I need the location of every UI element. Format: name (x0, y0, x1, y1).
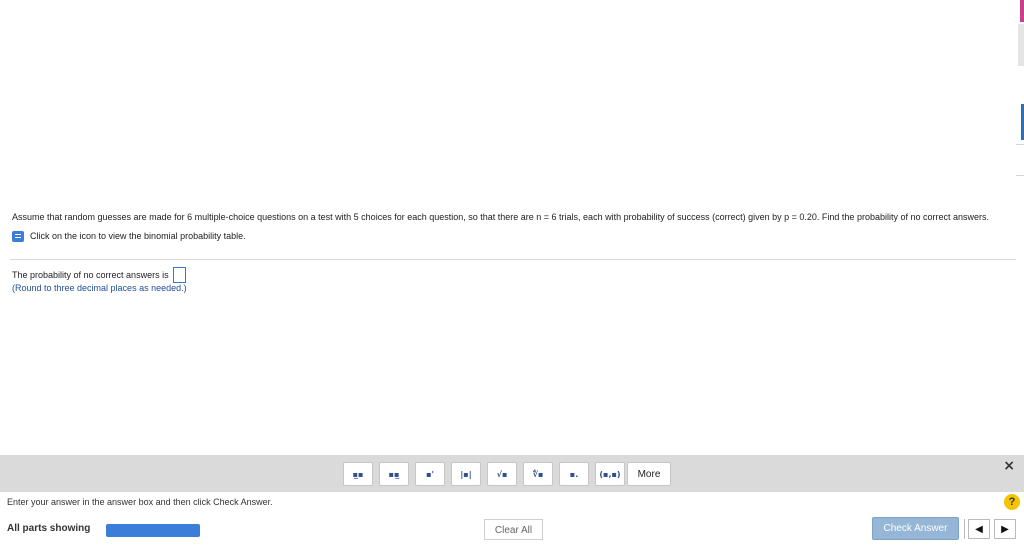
mixed-number-button[interactable]: ▪▪̲ (379, 462, 409, 486)
ordered-pair-icon: (▪,▪) (599, 469, 621, 479)
square-root-button[interactable]: √▪ (487, 462, 517, 486)
previous-button[interactable]: ◀ (968, 519, 990, 539)
mixed-number-icon: ▪▪̲ (388, 469, 400, 479)
rail-accent (1020, 0, 1024, 22)
more-label: More (637, 468, 661, 480)
answer-row: The probability of no correct answers is (12, 267, 186, 283)
answer-input[interactable] (172, 267, 186, 283)
clear-all-button[interactable]: Clear All (484, 519, 543, 540)
instruction-bar: Enter your answer in the answer box and … (0, 492, 1024, 515)
absolute-value-icon: |▪| (460, 469, 472, 479)
exponent-button[interactable]: ▪' (415, 462, 445, 486)
fraction-button[interactable]: ▪̲▪ (343, 462, 373, 486)
next-button[interactable]: ▶ (994, 519, 1016, 539)
footer-bar: All parts showing Clear All Check Answer… (0, 514, 1024, 546)
round-note: (Round to three decimal places as needed… (12, 283, 187, 293)
exponent-icon: ▪' (426, 469, 434, 479)
parts-label: All parts showing (7, 523, 91, 534)
right-rail (1018, 0, 1024, 120)
question-divider (10, 259, 1016, 260)
close-icon[interactable]: × (1003, 458, 1015, 474)
decimal-button[interactable]: ▪. (559, 462, 589, 486)
more-button[interactable]: More (627, 462, 671, 486)
rail-divider (1016, 144, 1024, 145)
instruction-text: Enter your answer in the answer box and … (7, 497, 273, 507)
check-answer-button[interactable]: Check Answer (872, 517, 959, 540)
question-panel: Assume that random guesses are made for … (12, 211, 1002, 242)
binomial-table-link[interactable]: Click on the icon to view the binomial p… (12, 230, 1002, 242)
question-text: Assume that random guesses are made for … (12, 212, 990, 222)
next-icon: ▶ (1001, 523, 1009, 535)
rail-scroll-region[interactable] (1018, 24, 1024, 66)
math-toolbar: ▪̲▪ ▪▪̲ ▪' |▪| √▪ ∜▪ ▪. (▪,▪) More (0, 455, 1024, 492)
progress-fill (106, 524, 200, 537)
fraction-icon: ▪̲▪ (352, 469, 364, 479)
rail-divider (1016, 175, 1024, 176)
nav-separator (964, 519, 965, 539)
decimal-icon: ▪. (569, 469, 579, 479)
answer-prompt: The probability of no correct answers is (12, 270, 169, 280)
nth-root-button[interactable]: ∜▪ (523, 462, 553, 486)
ordered-pair-button[interactable]: (▪,▪) (595, 462, 625, 486)
square-root-icon: √▪ (496, 469, 508, 479)
binomial-link-text[interactable]: Click on the icon to view the binomial p… (30, 230, 246, 242)
previous-icon: ◀ (975, 523, 983, 535)
nth-root-icon: ∜▪ (532, 469, 544, 479)
absolute-value-button[interactable]: |▪| (451, 462, 481, 486)
book-icon[interactable] (12, 230, 24, 242)
help-icon[interactable]: ? (1004, 494, 1020, 510)
progress-bar (106, 524, 200, 537)
